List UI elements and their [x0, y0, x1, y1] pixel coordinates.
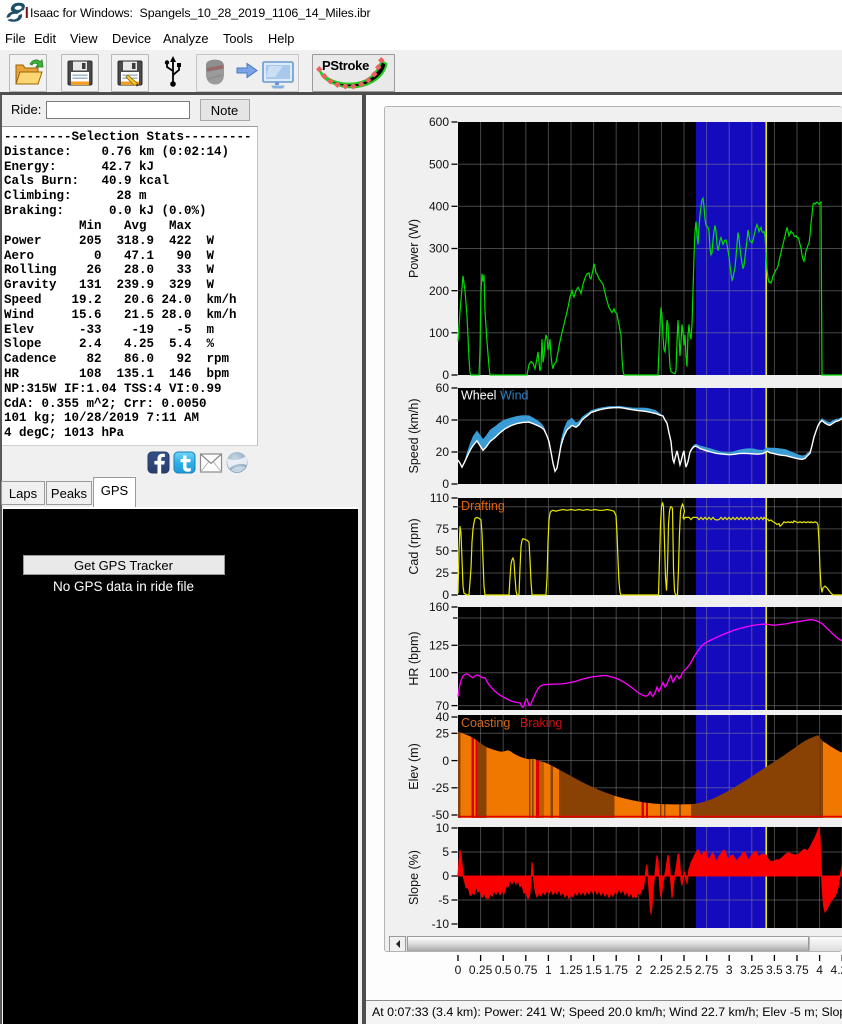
svg-text:-50: -50: [432, 808, 450, 822]
svg-text:500: 500: [429, 157, 449, 171]
svg-text:Slope (%): Slope (%): [407, 850, 421, 905]
svg-text:-10: -10: [432, 917, 450, 931]
svg-text:Cad (rpm): Cad (rpm): [407, 518, 421, 574]
svg-text:60: 60: [436, 381, 450, 395]
svg-text:4.25: 4.25: [831, 963, 842, 977]
svg-text:Wheel: Wheel: [461, 389, 496, 403]
svg-text:10: 10: [436, 821, 450, 835]
svg-text:25: 25: [436, 566, 450, 580]
svg-text:25: 25: [436, 727, 450, 741]
svg-text:Speed (km/h): Speed (km/h): [407, 398, 421, 473]
svg-text:160: 160: [429, 600, 449, 614]
svg-text:Wind: Wind: [500, 389, 529, 403]
svg-text:PStroke: PStroke: [322, 58, 369, 73]
svg-text:200: 200: [429, 284, 449, 298]
svg-text:20: 20: [436, 445, 450, 459]
svg-text:40: 40: [436, 710, 450, 724]
svg-text:0.25: 0.25: [469, 963, 493, 977]
svg-text:1.75: 1.75: [605, 963, 629, 977]
svg-text:Power (W): Power (W): [407, 219, 421, 278]
svg-text:0: 0: [442, 869, 449, 883]
svg-text:Elev (m): Elev (m): [407, 743, 421, 790]
svg-text:0.5: 0.5: [495, 963, 512, 977]
svg-text:600: 600: [429, 115, 449, 129]
svg-text:1.25: 1.25: [559, 963, 583, 977]
svg-text:5: 5: [442, 845, 449, 859]
svg-text:75: 75: [436, 522, 450, 536]
svg-text:400: 400: [429, 200, 449, 214]
svg-text:Coasting: Coasting: [461, 716, 510, 730]
svg-text:3.25: 3.25: [740, 963, 764, 977]
svg-text:-5: -5: [438, 893, 449, 907]
svg-text:HR (bpm): HR (bpm): [407, 631, 421, 685]
svg-text:125: 125: [429, 639, 449, 653]
svg-text:0: 0: [442, 754, 449, 768]
svg-text:1: 1: [545, 963, 552, 977]
svg-text:300: 300: [429, 242, 449, 256]
svg-text:110: 110: [430, 491, 449, 505]
svg-text:40: 40: [436, 413, 450, 427]
svg-text:2: 2: [635, 963, 642, 977]
svg-text:3.75: 3.75: [785, 963, 809, 977]
svg-text:0: 0: [455, 963, 462, 977]
svg-text:2.75: 2.75: [695, 963, 719, 977]
svg-text:0: 0: [442, 368, 449, 382]
svg-text:-25: -25: [432, 781, 450, 795]
svg-text:0.75: 0.75: [514, 963, 538, 977]
svg-text:2.5: 2.5: [676, 963, 693, 977]
svg-text:4: 4: [816, 963, 823, 977]
svg-text:50: 50: [436, 544, 450, 558]
svg-text:2.25: 2.25: [650, 963, 674, 977]
svg-text:1.5: 1.5: [585, 963, 602, 977]
svg-text:0: 0: [442, 477, 449, 491]
svg-text:100: 100: [429, 326, 449, 340]
svg-text:Braking: Braking: [520, 716, 562, 730]
svg-text:3.5: 3.5: [766, 963, 783, 977]
svg-text:Drafting: Drafting: [461, 499, 505, 513]
svg-text:100: 100: [429, 666, 449, 680]
svg-text:3: 3: [726, 963, 733, 977]
